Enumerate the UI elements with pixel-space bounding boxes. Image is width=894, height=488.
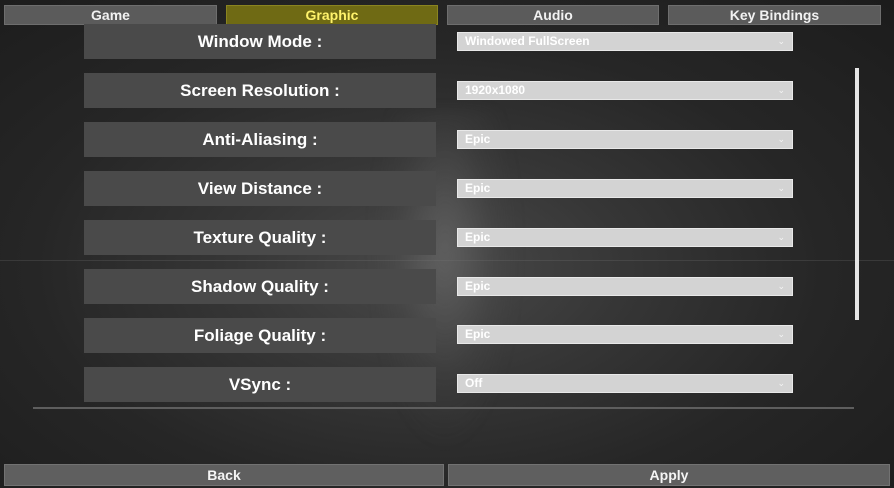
foliage-quality-label: Foliage Quality : <box>84 318 436 353</box>
background-scene-floor <box>0 260 894 261</box>
chevron-down-icon: ⌄ <box>777 134 785 144</box>
chevron-down-icon: ⌄ <box>777 378 785 388</box>
chevron-down-icon: ⌄ <box>777 183 785 193</box>
chevron-down-icon: ⌄ <box>777 232 785 242</box>
window-mode-dropdown[interactable]: Windowed FullScreen ⌄ <box>457 32 793 51</box>
anti-aliasing-dropdown[interactable]: Epic ⌄ <box>457 130 793 149</box>
back-button[interactable]: Back <box>4 464 444 486</box>
texture-quality-label: Texture Quality : <box>84 220 436 255</box>
screen-resolution-dropdown[interactable]: 1920x1080 ⌄ <box>457 81 793 100</box>
screen-resolution-value: 1920x1080 <box>465 83 526 97</box>
texture-quality-value: Epic <box>465 230 491 244</box>
settings-divider <box>33 407 854 409</box>
screen-resolution-label: Screen Resolution : <box>84 73 436 108</box>
vsync-dropdown[interactable]: Off ⌄ <box>457 374 793 393</box>
tab-audio[interactable]: Audio <box>447 5 659 25</box>
foliage-quality-dropdown[interactable]: Epic ⌄ <box>457 325 793 344</box>
view-distance-dropdown[interactable]: Epic ⌄ <box>457 179 793 198</box>
shadow-quality-dropdown[interactable]: Epic ⌄ <box>457 277 793 296</box>
apply-button[interactable]: Apply <box>448 464 890 486</box>
foliage-quality-value: Epic <box>465 327 491 341</box>
shadow-quality-value: Epic <box>465 279 491 293</box>
tab-graphic[interactable]: Graphic <box>226 5 438 25</box>
chevron-down-icon: ⌄ <box>777 85 785 95</box>
window-mode-value: Windowed FullScreen <box>465 34 590 48</box>
tab-game[interactable]: Game <box>4 5 217 25</box>
chevron-down-icon: ⌄ <box>777 329 785 339</box>
shadow-quality-label: Shadow Quality : <box>84 269 436 304</box>
chevron-down-icon: ⌄ <box>777 36 785 46</box>
anti-aliasing-value: Epic <box>465 132 491 146</box>
view-distance-label: View Distance : <box>84 171 436 206</box>
settings-scrollbar[interactable] <box>855 68 859 320</box>
chevron-down-icon: ⌄ <box>777 281 785 291</box>
window-mode-label: Window Mode : <box>84 24 436 59</box>
vsync-label: VSync : <box>84 367 436 402</box>
settings-tab-bar: Game Graphic Audio Key Bindings <box>4 5 890 25</box>
tab-key-bindings[interactable]: Key Bindings <box>668 5 881 25</box>
anti-aliasing-label: Anti-Aliasing : <box>84 122 436 157</box>
view-distance-value: Epic <box>465 181 491 195</box>
vsync-value: Off <box>465 376 483 390</box>
texture-quality-dropdown[interactable]: Epic ⌄ <box>457 228 793 247</box>
